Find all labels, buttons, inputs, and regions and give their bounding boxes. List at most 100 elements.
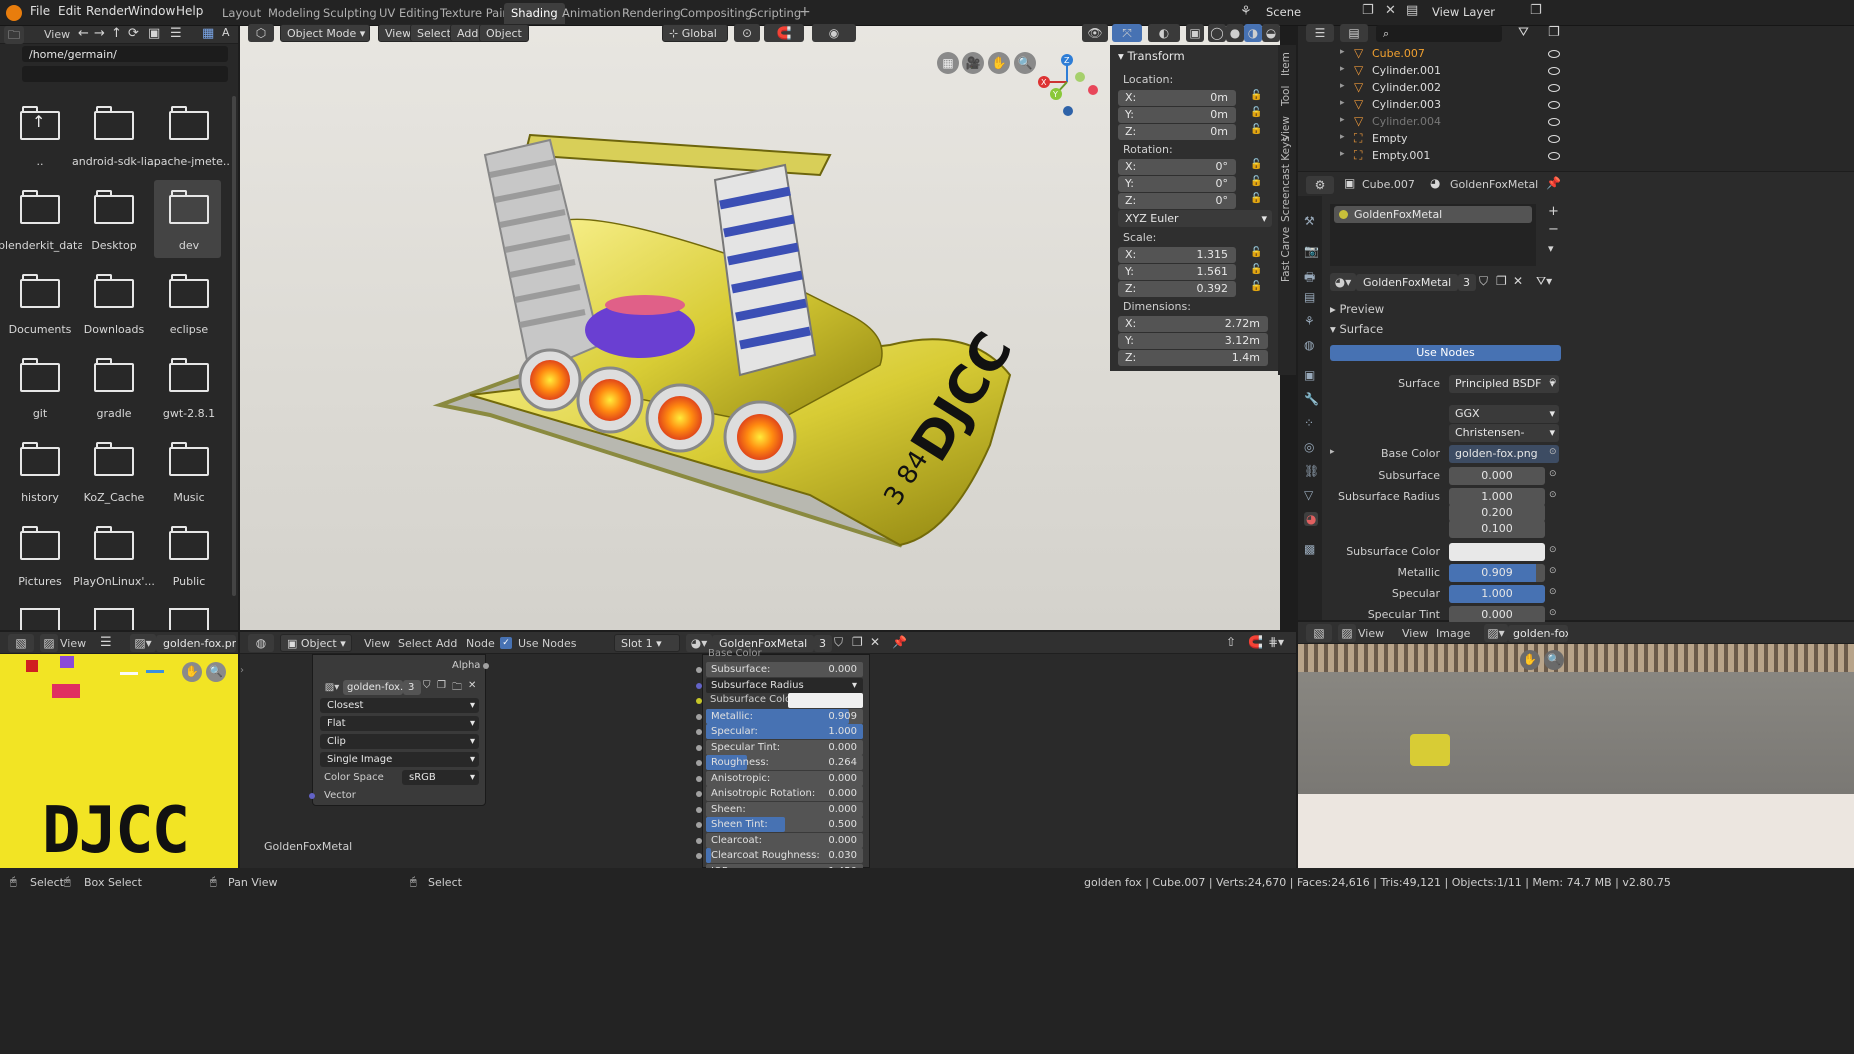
file-item-label[interactable]: Desktop [72, 239, 156, 252]
dimensions-z-field[interactable]: Z: 1.4m [1118, 350, 1268, 366]
tool-tab-icon[interactable]: ⚒ [1304, 214, 1315, 228]
node-editor-collapse-icon[interactable]: › [240, 665, 244, 676]
outliner-name[interactable]: Cylinder.003 [1372, 98, 1441, 111]
view-layer-tab-icon[interactable]: ▤ [1304, 290, 1315, 304]
folder-icon[interactable] [94, 442, 134, 476]
node-image-browse-icon[interactable]: ▨▾ [321, 680, 343, 695]
folder-icon[interactable] [169, 442, 209, 476]
car-model-render[interactable]: DJCC 3 84 [430, 115, 1030, 555]
bsdf-input-socket[interactable] [696, 698, 702, 704]
location-z-field[interactable]: Z: 0m [1118, 124, 1236, 140]
bsdf-field-12[interactable]: Clearcoat Roughness: 0.030 [706, 848, 863, 863]
bsdf-input-socket[interactable] [696, 760, 702, 766]
refresh-icon[interactable]: ⟳ [128, 26, 139, 41]
prop-field-3[interactable]: golden-fox.png [1449, 445, 1559, 463]
render-menu-view[interactable]: View [1402, 627, 1428, 640]
folder-icon[interactable] [169, 190, 209, 224]
file-item-label[interactable]: Downloads [72, 323, 156, 336]
dimensions-y-field[interactable]: Y: 3.12m [1118, 333, 1268, 349]
eye-icon[interactable] [1548, 101, 1560, 109]
projection-select[interactable]: Flat ▾ [320, 716, 479, 731]
file-view-menu[interactable]: View [44, 28, 70, 41]
bsdf-input-socket[interactable] [696, 667, 702, 673]
proportional-edit-icon[interactable]: ◉ [812, 24, 856, 42]
overlay-toggle-icon[interactable]: ◐ [1148, 24, 1180, 42]
outliner-row[interactable]: ▸ ▽ Cylinder.002 [1330, 80, 1854, 97]
color-space-select[interactable]: sRGB ▾ [402, 770, 479, 785]
snap-icon[interactable]: 🧲 [764, 24, 804, 42]
outliner-name[interactable]: Cube.007 [1372, 47, 1425, 60]
keyframe-dot-icon[interactable]: ⊙ [1549, 447, 1557, 457]
outliner-name[interactable]: Cylinder.001 [1372, 64, 1441, 77]
render-image-field[interactable]: golden-fox-re [1508, 625, 1568, 642]
use-nodes-label[interactable]: Use Nodes [518, 637, 577, 650]
keyframe-dot-icon[interactable]: ⊙ [1549, 545, 1557, 555]
view-layer-icon[interactable]: ▤ [1406, 3, 1418, 18]
folder-icon[interactable] [169, 106, 209, 140]
file-item-label[interactable]: eclipse [147, 323, 231, 336]
outliner-row[interactable]: ▸ ▽ Cylinder.001 [1330, 63, 1854, 80]
bsdf-input-socket[interactable] [696, 683, 702, 689]
viewport-editor-type-icon[interactable]: ⬡ [248, 24, 274, 42]
image-mode-icon[interactable]: ▨ [40, 634, 58, 652]
image-pan-icon[interactable]: ✋ [182, 662, 202, 682]
folder-icon[interactable] [20, 358, 60, 392]
node-fake-user-icon[interactable]: ⛉ [834, 635, 843, 650]
source-select[interactable]: Single Image ▾ [320, 752, 479, 767]
bsdf-input-socket[interactable] [696, 729, 702, 735]
outliner-name[interactable]: Cylinder.002 [1372, 81, 1441, 94]
image-view-menu[interactable]: View [60, 637, 86, 650]
visibility-icon[interactable]: 👁 [1082, 24, 1108, 42]
pin-icon[interactable]: 📌 [1546, 176, 1561, 190]
file-item-label[interactable]: history [0, 491, 82, 504]
sort-icon[interactable]: A [222, 26, 230, 39]
new-collection-icon[interactable]: ❐ [1548, 25, 1560, 40]
node-image-users[interactable]: 3 [403, 680, 421, 695]
properties-material-name[interactable]: GoldenFoxMetal [1450, 178, 1538, 191]
expand-arrow-icon[interactable]: ▸ [1340, 98, 1345, 108]
bsdf-field-1[interactable]: Subsurface Radius ▾ [706, 678, 863, 693]
node-menu-select[interactable]: Select [398, 637, 432, 650]
shading-solid-icon[interactable]: ● [1226, 24, 1244, 42]
extension-select[interactable]: Clip ▾ [320, 734, 479, 749]
file-item-label[interactable]: android-sdk-li... [72, 155, 156, 168]
folder-icon[interactable] [94, 358, 134, 392]
render-menu-image[interactable]: Image [1436, 627, 1470, 640]
outliner-row[interactable]: ▸ ▽ Cube.007 [1330, 46, 1854, 63]
render-view-dropdown[interactable]: View [1358, 627, 1384, 640]
lock-icon[interactable]: 🔓 [1250, 124, 1262, 135]
folder-icon[interactable] [94, 274, 134, 308]
node-editor-type-icon[interactable]: ◍ [248, 634, 274, 652]
node-image-open-icon[interactable]: 🗀 [452, 680, 462, 697]
outliner-row[interactable]: ▸ ⛶ Empty [1330, 131, 1854, 148]
view-layer-copy-icon[interactable]: ❐ [1530, 3, 1542, 18]
bsdf-field-0[interactable]: Subsurface: 0.000 [706, 662, 863, 677]
keyframe-dot-icon[interactable]: ⊙ [1549, 377, 1557, 387]
eye-icon[interactable] [1548, 50, 1560, 58]
bsdf-input-socket[interactable] [696, 853, 702, 859]
rotation-x-field[interactable]: X: 0° [1118, 159, 1236, 175]
menu-file[interactable]: File [30, 4, 50, 18]
xray-toggle-icon[interactable]: ▣ [1186, 24, 1204, 42]
image-browse-icon[interactable]: ▨▾ [130, 634, 156, 652]
bsdf-field-5[interactable]: Specular Tint: 0.000 [706, 740, 863, 755]
folder-icon[interactable] [169, 526, 209, 560]
node-link-icon[interactable]: ⛛▾ [1536, 274, 1552, 289]
lock-icon[interactable]: 🔓 [1250, 159, 1262, 170]
bsdf-field-6[interactable]: Roughness: 0.264 [706, 755, 863, 770]
snap-node-icon[interactable]: 🧲 [1248, 635, 1263, 649]
properties-editor-type-icon[interactable]: ⚙ [1306, 176, 1334, 194]
material-tab-icon[interactable]: ◕ [1304, 512, 1319, 526]
bsdf-input-socket[interactable] [696, 807, 702, 813]
fake-user-icon[interactable]: ⛉ [1479, 274, 1488, 289]
expand-arrow-icon[interactable]: ▸ [1340, 132, 1345, 142]
particles-tab-icon[interactable]: ⁘ [1304, 416, 1314, 430]
folder-icon[interactable] [94, 526, 134, 560]
outliner-search[interactable]: ⌕ [1376, 25, 1502, 42]
material-users[interactable]: 3 [1458, 274, 1476, 291]
parent-folder-icon[interactable]: ↑ [20, 106, 60, 140]
eye-icon[interactable] [1548, 118, 1560, 126]
folder-icon[interactable] [169, 274, 209, 308]
prop-field-9[interactable]: 0.909 [1449, 564, 1545, 582]
bsdf-input-socket[interactable] [696, 745, 702, 751]
